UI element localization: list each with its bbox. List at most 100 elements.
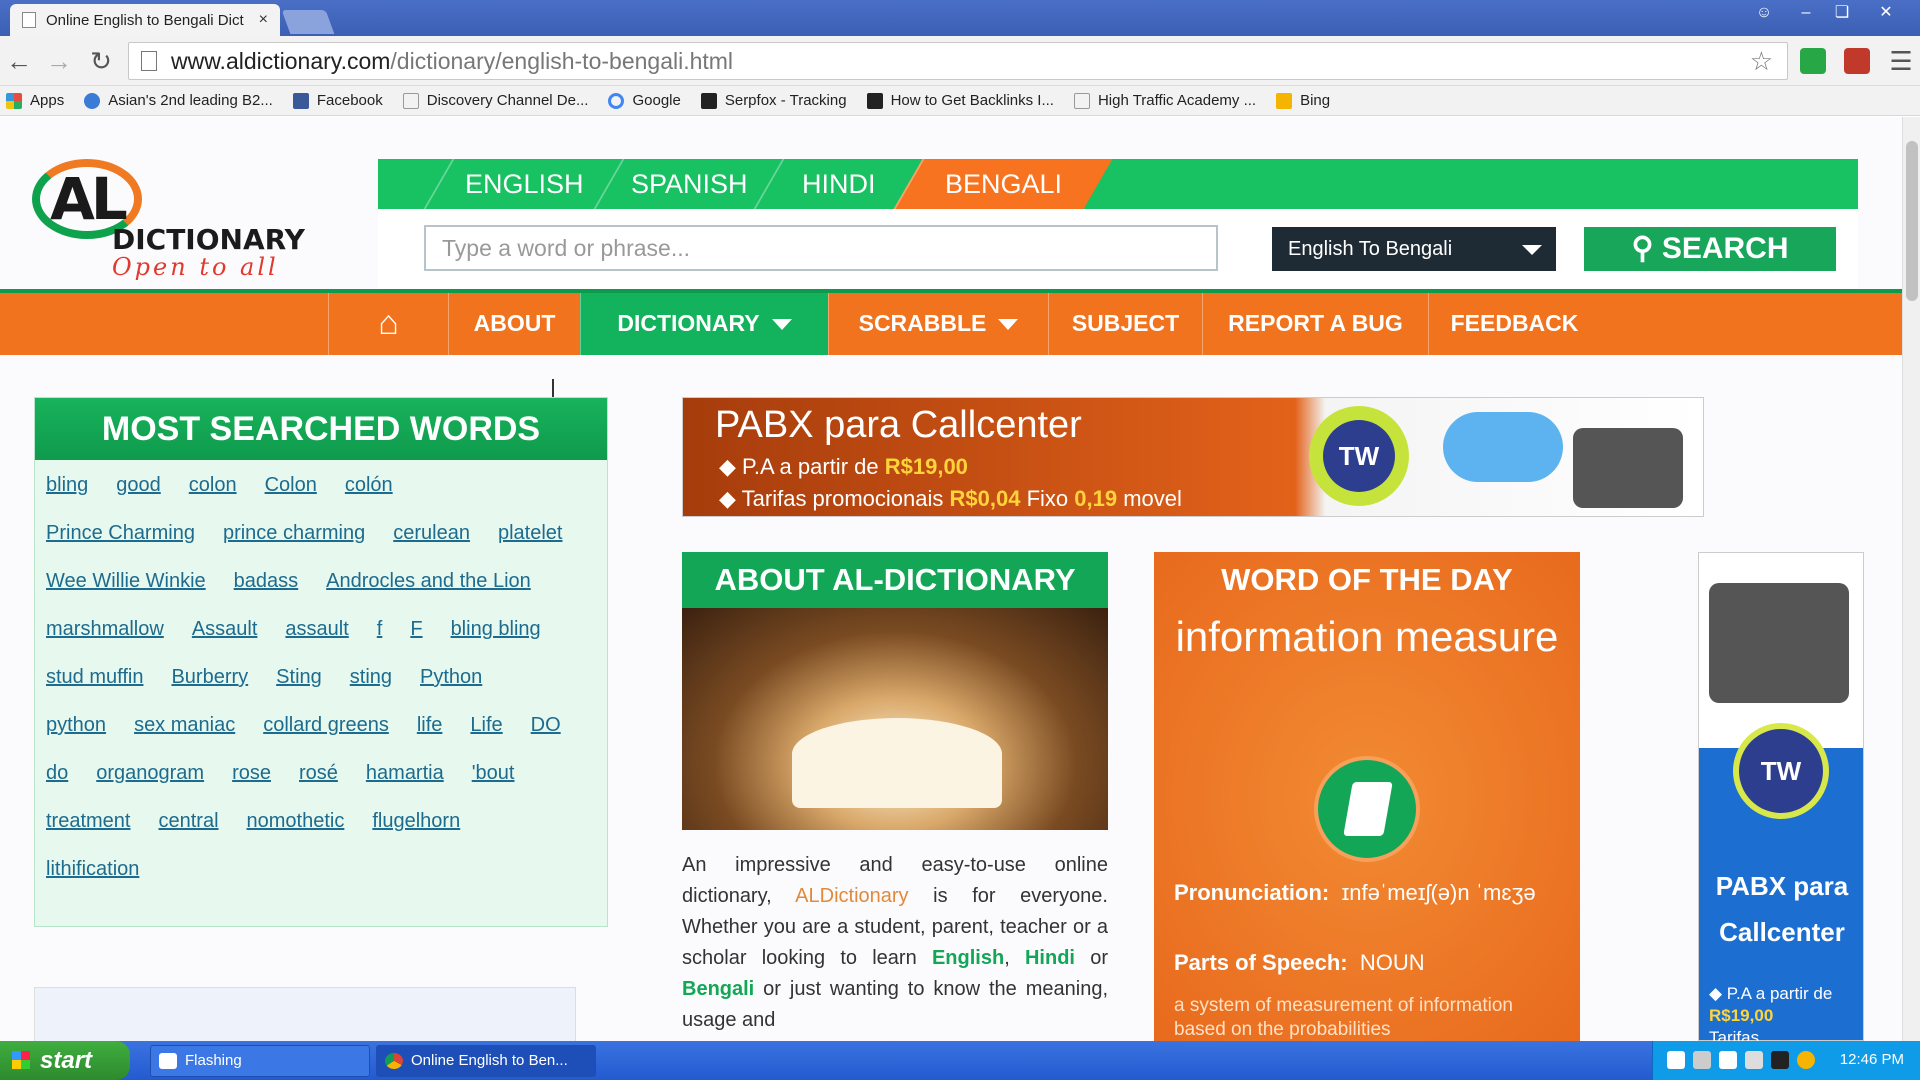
searched-word-link[interactable]: Androcles and the Lion [326,568,531,595]
tab-spanish[interactable]: SPANISH [593,159,783,209]
tray-arrow-icon[interactable] [1667,1051,1685,1069]
searched-word-link[interactable]: Burberry [171,664,248,691]
user-icon[interactable]: ☺ [1748,2,1780,24]
searched-word-link[interactable]: hamartia [366,760,444,787]
searched-word-link[interactable]: cerulean [393,520,470,547]
hindi-link[interactable]: Hindi [1025,947,1075,969]
restore-icon[interactable]: ❏ [1826,2,1858,24]
direction-select[interactable]: English To Bengali [1272,227,1556,271]
menu-icon[interactable]: ☰ [1886,46,1916,76]
tab-english[interactable]: ENGLISH [423,159,623,209]
tab-close-icon[interactable]: × [259,11,268,29]
searched-word-link[interactable]: collard greens [263,712,389,739]
start-button[interactable]: start [0,1041,130,1080]
bottom-ad[interactable] [34,987,576,1041]
searched-word-link[interactable]: stud muffin [46,664,143,691]
search-input[interactable] [424,225,1218,271]
tw-solutions-logo: TW [1733,723,1829,819]
searched-word-link[interactable]: lithification [46,856,139,883]
taskbar-item-browser[interactable]: Online English to Ben... [376,1045,596,1077]
tray-network-icon[interactable] [1745,1051,1763,1069]
searched-word-link[interactable]: rosé [299,760,338,787]
tray-app-icon[interactable] [1693,1051,1711,1069]
searched-word-link[interactable]: sex maniac [134,712,235,739]
searched-word-link[interactable]: Colon [265,472,317,499]
searched-word-link[interactable]: assault [285,616,348,643]
searched-word-link[interactable]: good [116,472,161,499]
searched-word-link[interactable]: platelet [498,520,563,547]
side-ad[interactable]: TW PABX para Callcenter ◆ P.A a partir d… [1698,552,1864,1041]
searched-word-link[interactable]: Assault [192,616,258,643]
nav-scrabble[interactable]: SCRABBLE [828,293,1048,355]
searched-word-link[interactable]: F [410,616,422,643]
page-scrollbar[interactable] [1902,117,1920,1041]
new-tab-button[interactable] [281,10,335,34]
searched-word-link[interactable]: marshmallow [46,616,164,643]
searched-word-link[interactable]: Wee Willie Winkie [46,568,206,595]
forward-arrow-icon[interactable]: → [44,46,74,76]
searched-word-link[interactable]: python [46,712,106,739]
searched-word-link[interactable]: Python [420,664,482,691]
bookmark-google[interactable]: Google [608,92,681,109]
searched-word-link[interactable]: central [158,808,218,835]
searched-word-link[interactable]: life [417,712,443,739]
searched-word-link[interactable]: Sting [276,664,322,691]
ad-banner[interactable]: PABX para Callcenter ◆ P.A a partir de R… [682,397,1704,517]
nav-subject[interactable]: SUBJECT [1048,293,1202,355]
searched-word-link[interactable]: prince charming [223,520,365,547]
searched-word-link[interactable]: treatment [46,808,130,835]
bengali-link[interactable]: Bengali [682,978,754,1000]
tray-r-icon[interactable] [1719,1051,1737,1069]
scrollbar-thumb[interactable] [1906,141,1918,301]
minimize-icon[interactable]: – [1790,2,1822,24]
window-close-icon[interactable]: ✕ [1870,2,1902,24]
aldictionary-link[interactable]: ALDictionary [795,885,908,907]
bookmark-serpfox[interactable]: Serpfox - Tracking [700,92,847,109]
searched-word-link[interactable]: colón [345,472,393,499]
searched-word-link[interactable]: organogram [96,760,204,787]
tray-monitor-icon[interactable] [1771,1051,1789,1069]
nav-about[interactable]: ABOUT [448,293,580,355]
back-arrow-icon[interactable]: ← [4,46,34,76]
nav-report-bug[interactable]: REPORT A BUG [1202,293,1428,355]
searched-word-link[interactable]: 'bout [472,760,515,787]
nav-feedback[interactable]: FEEDBACK [1428,293,1600,355]
searched-word-link[interactable]: nomothetic [247,808,345,835]
tray-norton-icon[interactable] [1797,1051,1815,1069]
bookmark-backlinks[interactable]: How to Get Backlinks I... [866,92,1054,109]
bookmark-apps[interactable]: Apps [6,92,64,109]
reload-icon[interactable]: ↻ [86,46,116,76]
site-logo[interactable]: AL DICTIONARY Open to all [32,157,312,281]
wp-extension-icon[interactable] [1844,48,1870,74]
searched-word-link[interactable]: do [46,760,68,787]
searched-word-link[interactable]: colon [189,472,237,499]
word-of-day-word[interactable]: information measure [1154,610,1580,664]
bookmark-bing[interactable]: Bing [1276,92,1330,109]
searched-word-link[interactable]: bling [46,472,88,499]
tab-bengali[interactable]: BENGALI [893,159,1113,209]
searched-word-link[interactable]: bling bling [451,616,541,643]
taskbar-item-flashing[interactable]: Flashing [150,1045,370,1077]
searched-word-link[interactable]: Life [470,712,502,739]
searched-word-link[interactable]: f [377,616,383,643]
english-link[interactable]: English [932,947,1004,969]
bookmark-high-traffic[interactable]: High Traffic Academy ... [1073,92,1256,109]
browser-titlebar: Online English to Bengali Dict × ☺ – ❏ ✕ [0,0,1920,36]
searched-word-link[interactable]: flugelhorn [372,808,460,835]
searched-word-link[interactable]: Prince Charming [46,520,195,547]
home-nav-item[interactable]: ⌂ [328,293,448,355]
bookmark-asians[interactable]: Asian's 2nd leading B2... [84,92,273,109]
search-button[interactable]: ⚲ SEARCH [1584,227,1836,271]
refresh-extension-icon[interactable] [1800,48,1826,74]
bookmark-facebook[interactable]: Facebook [292,92,383,109]
browser-tab[interactable]: Online English to Bengali Dict × [10,4,280,36]
searched-word-link[interactable]: sting [350,664,392,691]
bookmark-discovery[interactable]: Discovery Channel De... [402,92,588,109]
bookmark-star-icon[interactable]: ☆ [1750,46,1773,77]
searched-word-link[interactable]: rose [232,760,271,787]
searched-word-link[interactable]: badass [234,568,299,595]
tw-solutions-logo: TW [1309,406,1409,506]
searched-word-link[interactable]: DO [531,712,561,739]
nav-dictionary[interactable]: DICTIONARY [580,293,828,355]
address-bar[interactable]: www.aldictionary.com /dictionary/english… [128,42,1788,80]
